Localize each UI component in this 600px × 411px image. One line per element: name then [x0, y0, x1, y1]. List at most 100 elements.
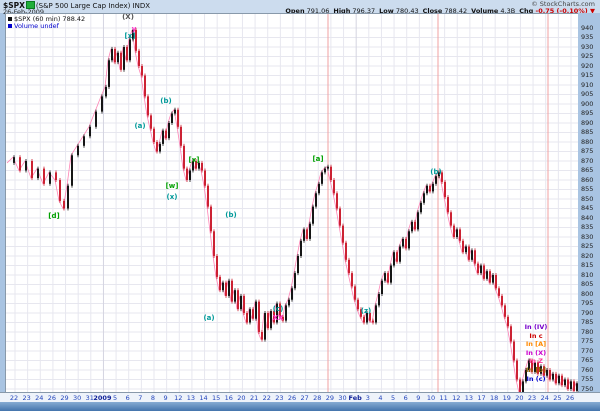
candle-body [101, 96, 103, 111]
candle-body [25, 161, 27, 171]
wave-label: (X) [122, 13, 134, 21]
plot-legend: $SPX (60 min) 788.42 Volume undef [8, 16, 85, 30]
candle-body [393, 252, 395, 265]
date-tick-label: 5 [391, 394, 395, 402]
degree-label: In (c) [514, 375, 558, 383]
candle-body [465, 247, 467, 253]
candle-body [213, 231, 215, 256]
candle-body [210, 207, 212, 232]
candle-body [357, 300, 359, 310]
candle-body [558, 376, 560, 384]
candle-body [183, 146, 185, 169]
price-tick-label: 820 [581, 252, 593, 260]
candle-body [411, 222, 413, 232]
candle-body [468, 247, 470, 260]
price-tick-label: 895 [581, 109, 593, 117]
price-tick-label: 855 [581, 185, 593, 193]
candle-body [294, 273, 296, 288]
price-tick-label: 825 [581, 242, 593, 250]
candle-body [363, 317, 365, 323]
candle-body [141, 66, 143, 76]
candle-body [486, 271, 488, 279]
candle-body [327, 167, 329, 169]
date-tick-label: 6 [126, 394, 130, 402]
price-tick-label: 800 [581, 290, 593, 298]
date-tick-label: 13 [465, 394, 473, 402]
candle-body [180, 127, 182, 146]
candle-body [573, 381, 575, 391]
wave-label: [w] [166, 182, 179, 190]
candle-body [432, 184, 434, 192]
candle-body [429, 186, 431, 192]
candle-body [495, 275, 497, 288]
price-tick-label: 915 [581, 71, 593, 79]
candle-body [264, 313, 266, 340]
price-tick-label: 885 [581, 128, 593, 136]
price-tick-label: 755 [581, 375, 593, 383]
price-axis: 9409359309259209159109059008958908858808… [578, 13, 600, 391]
candle-body [204, 171, 206, 186]
date-tick-label: 23 [275, 394, 283, 402]
candle-body [345, 243, 347, 260]
candle-body [255, 302, 257, 319]
candle-body [315, 193, 317, 206]
date-tick-label: 20 [515, 394, 523, 402]
candle-body [37, 169, 39, 179]
degree-label: In c [514, 332, 558, 340]
candle-body [492, 275, 494, 283]
candle-body [384, 273, 386, 281]
candle-body [522, 381, 524, 392]
candle-body [471, 250, 473, 259]
candle-body [477, 264, 479, 274]
candle-body [43, 169, 45, 184]
wave-label: (a) [203, 314, 214, 322]
date-tick-label: 18 [490, 394, 498, 402]
candle-body [249, 309, 251, 322]
date-tick-label: 19 [503, 394, 511, 402]
wave-label: (b) [225, 211, 236, 219]
candle-body [207, 186, 209, 207]
candle-body [381, 281, 383, 294]
price-tick-label: 785 [581, 318, 593, 326]
candle-body [246, 313, 248, 323]
candle-body [423, 193, 425, 203]
candle-body [67, 186, 69, 209]
candle-body [414, 222, 416, 230]
candle-body [258, 302, 260, 332]
price-tick-label: 905 [581, 90, 593, 98]
candle-body [324, 169, 326, 173]
price-tick-label: 900 [581, 100, 593, 108]
candle-body [564, 380, 566, 386]
candle-body [219, 277, 221, 290]
candle-body [375, 305, 377, 322]
candle-body [156, 142, 158, 152]
candle-body [114, 49, 116, 62]
wave-label: (b) [430, 168, 441, 176]
candle-body [372, 321, 374, 323]
candle-body [561, 376, 563, 386]
candle-body [399, 247, 401, 262]
date-tick-label: 24 [541, 394, 549, 402]
price-tick-label: 865 [581, 166, 593, 174]
candle-body [306, 229, 308, 239]
date-tick-label: 15 [212, 394, 220, 402]
price-tick-label: 775 [581, 337, 593, 345]
volume-legend-entry: Volume undef [8, 23, 85, 30]
candle-body [309, 224, 311, 239]
date-tick-label: 25 [553, 394, 561, 402]
candle-body [336, 193, 338, 208]
degree-label: In [b] [514, 366, 558, 374]
price-tick-label: 830 [581, 233, 593, 241]
candle-body [243, 296, 245, 313]
candle-body [159, 144, 161, 152]
candle-body [240, 296, 242, 309]
price-tick-label: 920 [581, 62, 593, 70]
degree-label: In (IV) [514, 323, 558, 331]
candle-body [111, 49, 113, 60]
price-tick-label: 790 [581, 309, 593, 317]
candle-body [339, 209, 341, 226]
date-tick-label: 26 [48, 394, 56, 402]
candle-body [71, 155, 73, 185]
wave-label: [a] [312, 155, 323, 163]
candle-body [126, 47, 128, 60]
